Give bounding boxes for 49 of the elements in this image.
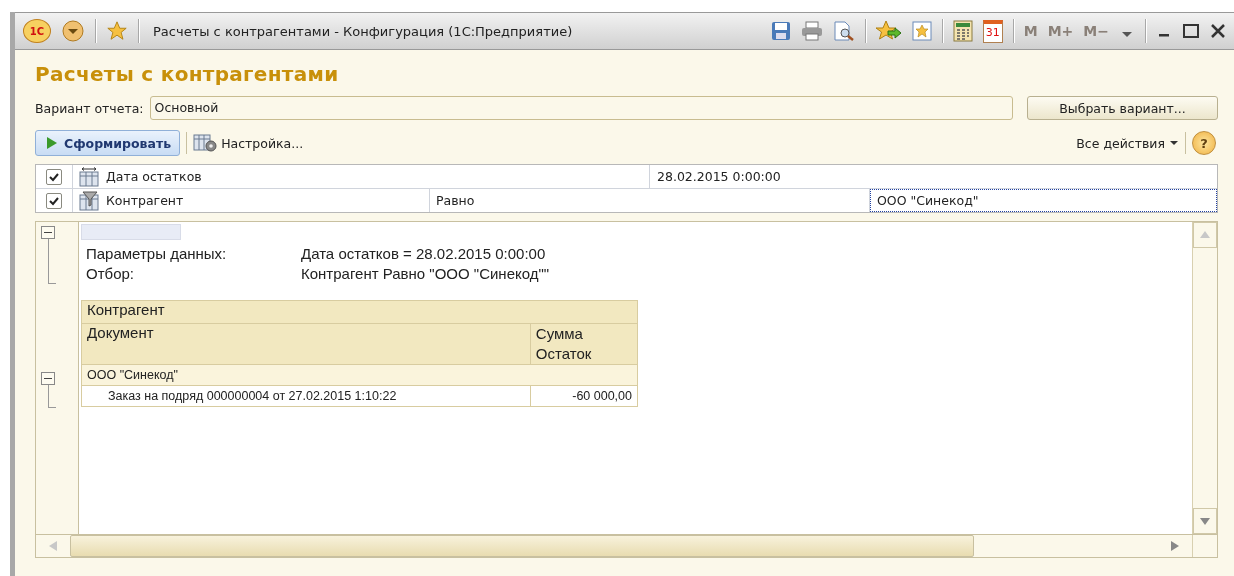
tree-line [47, 385, 56, 408]
parameter-label: Отбор: [86, 264, 135, 284]
table-icon [78, 166, 100, 187]
scroll-down-icon[interactable] [1193, 508, 1217, 534]
all-actions-button[interactable]: Все действия [1076, 135, 1179, 151]
table-gear-icon [193, 134, 218, 152]
filter-value[interactable]: 28.02.2015 0:00:00 [650, 165, 1217, 188]
tree-line [47, 239, 56, 284]
report-title: Расчеты с контрагентами [35, 62, 340, 86]
parameter-value: Контрагент Равно "ООО "Синекод"" [301, 264, 550, 284]
print-preview-icon[interactable] [832, 21, 855, 41]
caret-icon [1169, 139, 1179, 147]
table-filter-icon [78, 190, 100, 211]
filter-field-name: Контрагент [106, 193, 184, 208]
calendar-icon[interactable]: 31 [982, 19, 1003, 43]
table-cell: Заказ на подряд 000000004 от 27.02.2015 1:10:22 [81, 385, 531, 407]
star-icon[interactable] [106, 20, 128, 42]
group-row: ООО "Синекод" [81, 364, 638, 386]
selected-cell[interactable] [81, 224, 181, 240]
filter-field-name: Дата остатков [106, 169, 202, 184]
collapse-icon[interactable] [41, 226, 55, 239]
generate-button[interactable]: Сформировать [35, 130, 181, 156]
parameter-label: Параметры данных: [86, 244, 228, 264]
column-header: Контрагент [81, 300, 638, 324]
variant-label: Вариант отчета: [35, 100, 144, 116]
vertical-scrollbar[interactable] [1192, 222, 1217, 534]
star-arrow-icon[interactable] [875, 20, 902, 42]
choose-variant-button[interactable]: Выбрать вариант... [1027, 96, 1218, 120]
settings-button[interactable]: Настройка... [193, 134, 304, 152]
column-header: Документ [81, 323, 531, 365]
variant-field[interactable]: Основной [149, 96, 1013, 120]
print-icon[interactable] [800, 21, 823, 41]
parameter-value: Дата остатков = 28.02.2015 0:00:00 [301, 244, 546, 264]
calculator-icon[interactable] [952, 20, 973, 42]
filter-condition[interactable]: Равно [430, 189, 870, 212]
play-icon [46, 136, 58, 150]
maximize-icon[interactable] [1182, 22, 1200, 40]
save-icon[interactable] [770, 21, 791, 41]
dropdown-menu-icon[interactable] [61, 19, 85, 43]
column-header: Сумма Остаток [530, 323, 638, 365]
checkbox[interactable] [46, 192, 62, 209]
help-button[interactable]: ? [1192, 131, 1216, 155]
close-icon[interactable] [1210, 23, 1226, 39]
table-cell: -60 000,00 [530, 385, 638, 407]
collapse-icon[interactable] [41, 372, 55, 385]
filter-value[interactable]: ООО "Синекод" [870, 189, 1217, 212]
checkbox[interactable] [46, 168, 62, 185]
window-title: Расчеты с контрагентами - Конфигурация (1С:Предприятие) [153, 23, 573, 39]
app-logo[interactable]: 1С [23, 19, 51, 43]
